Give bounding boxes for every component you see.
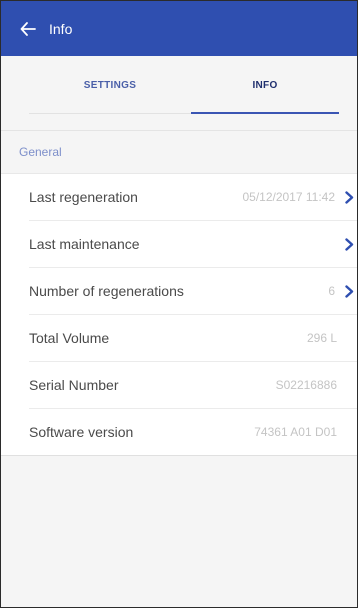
row-value: 05/12/2017 11:42	[242, 190, 335, 204]
row-value: 6	[328, 284, 335, 298]
row-last-maintenance[interactable]: Last maintenance	[29, 221, 357, 268]
tab-info[interactable]: INFO	[191, 80, 339, 120]
row-label: Software version	[29, 424, 134, 440]
info-list: Last regeneration 05/12/2017 11:42 Last …	[1, 173, 357, 456]
section-title: General	[19, 145, 62, 159]
tab-settings[interactable]: SETTINGS	[29, 80, 191, 120]
tab-bar: SETTINGS INFO	[1, 56, 357, 131]
row-total-volume: Total Volume 296 L	[29, 315, 357, 362]
app-screen: Info SETTINGS INFO General Last regenera…	[0, 0, 358, 608]
row-number-of-regenerations[interactable]: Number of regenerations 6	[29, 268, 357, 315]
back-button[interactable]	[1, 1, 55, 56]
row-label: Total Volume	[29, 330, 110, 346]
row-last-regeneration[interactable]: Last regeneration 05/12/2017 11:42	[29, 174, 357, 221]
row-value: 74361 A01 D01	[254, 425, 337, 439]
row-label: Serial Number	[29, 377, 119, 393]
arrow-left-icon	[20, 21, 36, 36]
chevron-right-icon	[343, 190, 355, 204]
row-label: Last regeneration	[29, 189, 138, 205]
row-serial-number: Serial Number S02216886	[29, 362, 357, 409]
row-value: S02216886	[275, 378, 337, 392]
chevron-right-icon	[343, 284, 355, 298]
row-value: 296 L	[306, 331, 337, 345]
page-title: Info	[49, 20, 73, 37]
row-software-version: Software version 74361 A01 D01	[29, 409, 357, 455]
row-label: Number of regenerations	[29, 283, 184, 299]
tab-active-indicator	[191, 112, 339, 114]
section-header: General	[1, 131, 357, 173]
app-bar: Info	[1, 1, 357, 56]
row-label: Last maintenance	[29, 236, 140, 252]
chevron-right-icon	[343, 237, 355, 251]
